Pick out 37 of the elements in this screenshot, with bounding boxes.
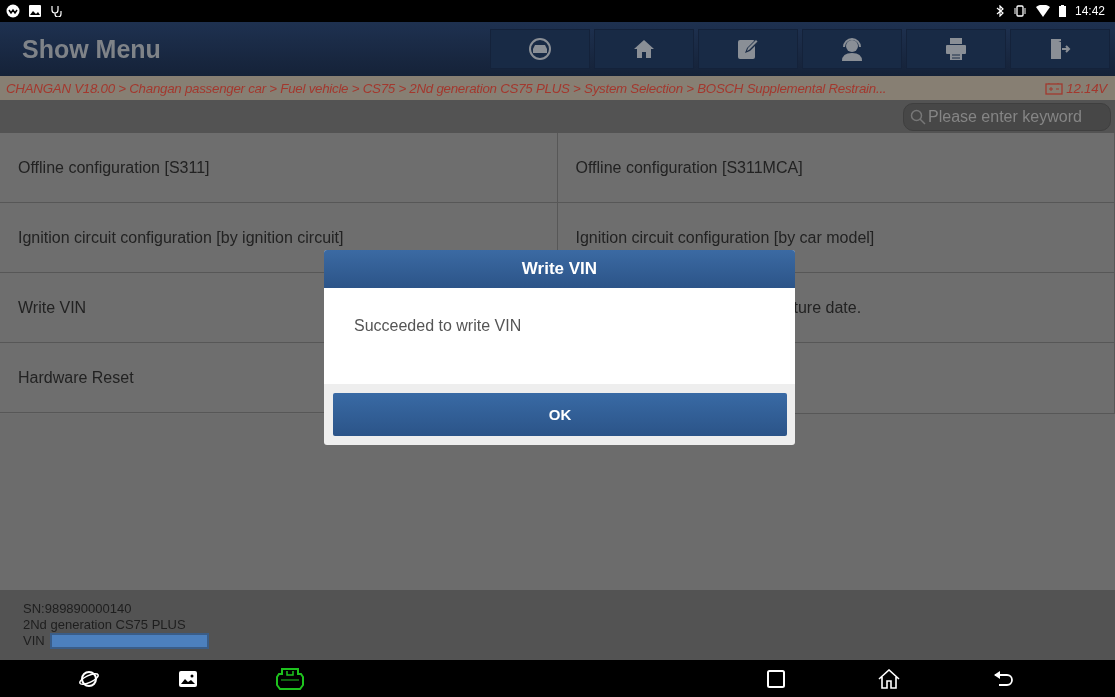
car-icon [528,37,552,61]
stethoscope-icon [50,5,62,17]
edit-button[interactable] [698,29,798,69]
page-title: Show Menu [22,34,161,64]
battery-icon [1045,81,1064,95]
browser-icon[interactable] [78,668,100,689]
recent-apps-icon[interactable] [767,669,785,688]
battery-icon [1058,5,1066,17]
support-button[interactable] [802,29,902,69]
printer-icon [944,37,968,61]
vibrate-icon [1012,5,1027,17]
back-icon[interactable] [993,669,1015,688]
home-icon [632,37,656,61]
app-icon [6,4,20,18]
bluetooth-icon [995,5,1004,17]
search-icon [910,108,926,125]
print-button[interactable] [906,29,1006,69]
home-button[interactable] [594,29,694,69]
exit-door-icon [1048,37,1072,61]
vci-connector-icon[interactable] [276,667,304,690]
menu-item[interactable]: Offline configuration [S311] [0,133,558,203]
menu-item[interactable]: Offline configuration [S311MCA] [557,133,1115,203]
breadcrumb-path: CHANGAN V18.00 > Changan passenger car > Fuel vehicle > CS75 > 2Nd generation CS75 PLUS > System Selection > BOSCH Supplemental Restrain... [6,80,888,96]
dialog-title: Write VIN [324,250,795,288]
dialog-message: Succeeded to write VIN [354,317,522,335]
home-icon[interactable] [878,668,900,689]
image-icon [29,5,41,17]
car-button[interactable] [490,29,590,69]
clock: 14:42 [1074,4,1105,18]
ok-button[interactable]: OK [333,393,787,436]
gallery-icon[interactable] [179,670,197,687]
voltage-reading: 12.14V [1066,80,1107,96]
exit-button[interactable] [1010,29,1110,69]
search-field[interactable]: Please enter keyword [903,102,1111,131]
edit-icon [736,37,760,61]
wifi-icon [1035,5,1050,17]
support-agent-icon [839,37,865,61]
